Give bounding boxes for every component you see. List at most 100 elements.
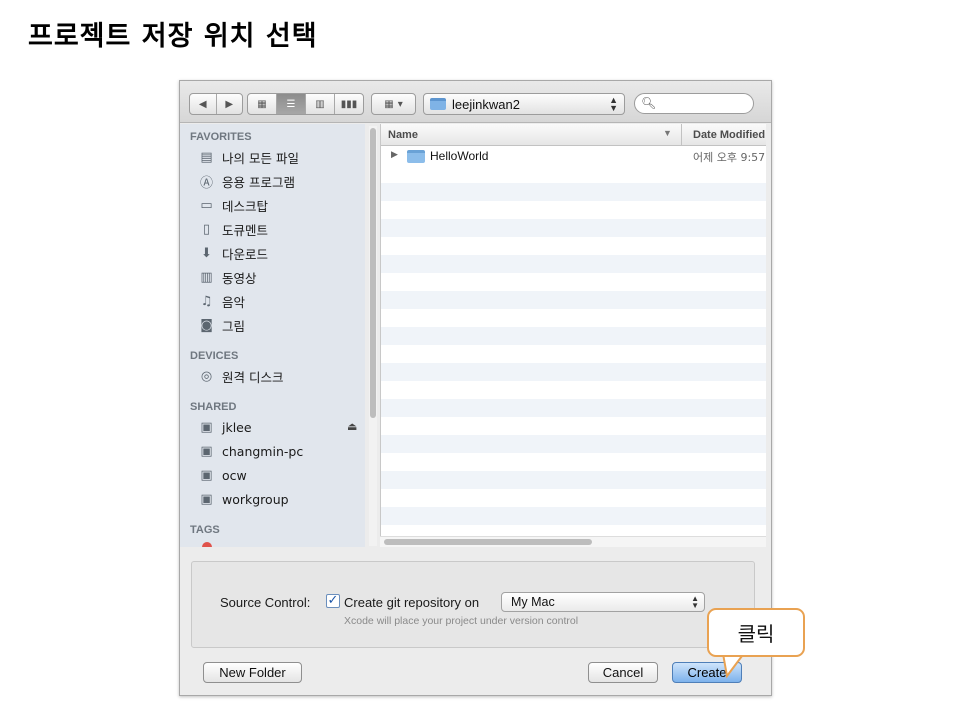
updown-arrows-icon: ▲ ▼ — [609, 95, 618, 113]
sidebar-item-label: 다운로드 — [222, 246, 269, 262]
empty-row — [381, 399, 766, 417]
new-folder-button[interactable]: New Folder — [203, 662, 302, 683]
desktop-icon: ▭ — [200, 197, 213, 213]
repo-location-select[interactable]: My Mac ▲ ▼ — [501, 592, 705, 612]
file-date: 어제 오후 9:57 — [693, 151, 766, 164]
sidebar-item-label: 나의 모든 파일 — [222, 150, 299, 166]
icon-view-icon[interactable]: ▦ — [248, 94, 277, 114]
applications-icon: Ⓐ — [199, 175, 213, 191]
tag-red-icon[interactable] — [202, 542, 212, 547]
click-callout: 클릭 — [707, 608, 805, 657]
horizontal-scrollbar[interactable] — [380, 536, 766, 547]
sidebar-heading-favorites: FAVORITES — [190, 131, 252, 143]
sidebar-item-label: 응용 프로그램 — [222, 174, 295, 190]
music-icon: ♫ — [200, 293, 213, 309]
empty-row — [381, 507, 766, 525]
column-view-icon[interactable]: ▥ — [306, 94, 335, 114]
source-control-label: Source Control: — [220, 595, 311, 610]
sidebar-item-remote-disc[interactable]: ◎ 원격 디스크 — [198, 366, 284, 386]
view-mode-segment: ▦ ☰ ▥ ▮▮▮ — [247, 93, 364, 115]
sidebar-item-applications[interactable]: Ⓐ 응용 프로그램 — [198, 171, 295, 191]
column-divider[interactable] — [681, 124, 682, 146]
repo-location-value: My Mac — [511, 595, 555, 609]
computer-icon: ▣ — [200, 467, 213, 483]
eject-icon[interactable]: ⏏ — [347, 420, 357, 433]
sidebar-item-label: jklee — [222, 419, 252, 435]
sidebar-item-label: changmin-pc — [222, 443, 304, 459]
camera-icon: ◙ — [200, 317, 213, 333]
chevron-down-icon: ▾ — [397, 98, 403, 110]
git-repo-checkbox[interactable]: ✓ — [326, 594, 340, 608]
list-view-icon[interactable]: ☰ — [277, 94, 306, 114]
empty-row — [381, 435, 766, 453]
git-repo-checkbox-label[interactable]: Create git repository on — [344, 595, 479, 610]
file-name: HelloWorld — [430, 149, 489, 163]
sidebar-heading-shared: SHARED — [190, 401, 237, 413]
save-dialog: ◀ ▶ ▦ ☰ ▥ ▮▮▮ ▦ ▾ leejinkwan2 ▲ ▼ 🔍︎ FAVOR… — [179, 80, 772, 696]
location-popup[interactable]: leejinkwan2 ▲ ▼ — [423, 93, 625, 115]
sidebar-scrollbar[interactable] — [369, 126, 377, 546]
disc-icon: ◎ — [200, 368, 213, 384]
sidebar: FAVORITES ▤ 나의 모든 파일 Ⓐ 응용 프로그램 ▭ 데스크탑 ▯ … — [180, 124, 365, 547]
sidebar-item-documents[interactable]: ▯ 도큐멘트 — [198, 219, 268, 239]
sidebar-item-label: ocw — [222, 467, 247, 483]
documents-icon: ▯ — [202, 221, 211, 237]
all-files-icon: ▤ — [200, 149, 213, 165]
folder-icon — [407, 150, 425, 163]
sidebar-item-label: 그림 — [222, 318, 246, 334]
arrange-button[interactable]: ▦ ▾ — [371, 93, 416, 115]
empty-row — [381, 327, 766, 345]
file-list-header: Name ▼ Date Modified — [381, 124, 766, 146]
scrollbar-thumb[interactable] — [370, 128, 376, 418]
source-control-options: Source Control: ✓ Create git repository … — [191, 561, 755, 648]
forward-icon[interactable]: ▶ — [217, 94, 243, 114]
sidebar-item-changmin-pc[interactable]: ▣ changmin-pc — [198, 441, 303, 461]
empty-row — [381, 183, 766, 201]
cancel-button[interactable]: Cancel — [588, 662, 658, 683]
file-list: Name ▼ Date Modified ▶ HelloWorld 어제 오후 … — [380, 124, 766, 547]
sidebar-item-ocw[interactable]: ▣ ocw — [198, 465, 247, 485]
sidebar-item-workgroup[interactable]: ▣ workgroup — [198, 489, 289, 509]
folder-icon — [430, 98, 446, 110]
empty-row — [381, 219, 766, 237]
column-header-date[interactable]: Date Modified — [693, 129, 765, 141]
sidebar-heading-tags: TAGS — [190, 524, 220, 536]
sort-descending-icon: ▼ — [663, 128, 672, 138]
sidebar-item-label: 원격 디스크 — [222, 369, 284, 385]
scrollbar-thumb[interactable] — [384, 539, 592, 545]
sidebar-item-label: 데스크탑 — [222, 198, 269, 214]
version-control-hint: Xcode will place your project under vers… — [344, 615, 579, 627]
empty-row — [381, 363, 766, 381]
empty-row — [381, 471, 766, 489]
slide-title: 프로젝트 저장 위치 선택 — [28, 21, 318, 52]
dialog-toolbar: ◀ ▶ ▦ ☰ ▥ ▮▮▮ ▦ ▾ leejinkwan2 ▲ ▼ 🔍︎ — [180, 81, 771, 123]
sidebar-item-all-files[interactable]: ▤ 나의 모든 파일 — [198, 147, 299, 167]
disclosure-triangle-icon[interactable]: ▶ — [391, 150, 398, 160]
sidebar-item-movies[interactable]: ▥ 동영상 — [198, 267, 257, 287]
search-input[interactable]: 🔍︎ — [634, 93, 754, 114]
back-forward-buttons: ◀ ▶ — [189, 93, 243, 115]
coverflow-view-icon[interactable]: ▮▮▮ — [335, 94, 363, 114]
movies-icon: ▥ — [200, 269, 213, 285]
search-icon: 🔍︎ — [641, 96, 657, 110]
computer-icon: ▣ — [200, 491, 213, 507]
column-header-name[interactable]: Name — [388, 129, 418, 141]
downloads-icon: ⬇ — [201, 245, 212, 261]
computer-icon: ▣ — [200, 443, 213, 459]
sidebar-item-label: 음악 — [222, 294, 246, 310]
location-label: leejinkwan2 — [452, 96, 520, 112]
sidebar-item-label: workgroup — [222, 491, 289, 507]
table-row[interactable]: ▶ HelloWorld 어제 오후 9:57 — [381, 147, 766, 165]
sidebar-item-music[interactable]: ♫ 음악 — [198, 291, 245, 311]
back-icon[interactable]: ◀ — [190, 94, 217, 114]
sidebar-item-downloads[interactable]: ⬇ 다운로드 — [198, 243, 268, 263]
empty-row — [381, 255, 766, 273]
sidebar-item-label: 동영상 — [222, 270, 257, 286]
sidebar-item-desktop[interactable]: ▭ 데스크탑 — [198, 195, 268, 215]
empty-row — [381, 291, 766, 309]
sidebar-heading-devices: DEVICES — [190, 350, 239, 362]
sidebar-item-label: 도큐멘트 — [222, 222, 269, 238]
sidebar-item-jklee[interactable]: ▣ jklee — [198, 417, 252, 437]
arrange-icon: ▦ — [384, 98, 394, 110]
sidebar-item-pictures[interactable]: ◙ 그림 — [198, 315, 245, 335]
